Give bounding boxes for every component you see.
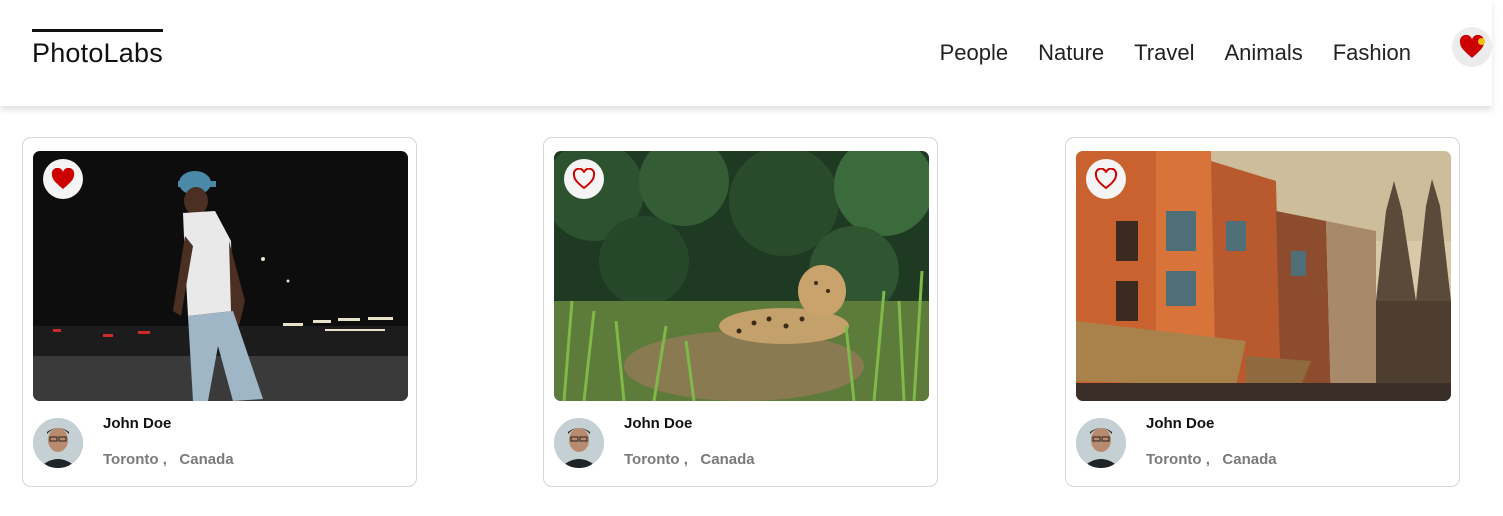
photo-card: John Doe Toronto , Canada xyxy=(1065,137,1460,487)
location-city: Toronto xyxy=(1146,451,1202,468)
photo-image-fashion[interactable] xyxy=(33,151,408,401)
like-button[interactable] xyxy=(564,159,604,199)
photo-card: John Doe Toronto , Canada xyxy=(22,137,417,487)
like-button[interactable] xyxy=(1086,159,1126,199)
nav-topic-people[interactable]: People xyxy=(940,40,1009,66)
nav-topic-nature[interactable]: Nature xyxy=(1038,40,1104,66)
photo-card: John Doe Toronto , Canada xyxy=(543,137,938,487)
location-city: Toronto xyxy=(624,451,680,468)
location-country: Canada xyxy=(700,451,755,468)
photo-image-nature[interactable] xyxy=(554,151,929,401)
location-separator: , xyxy=(162,451,167,468)
location-country: Canada xyxy=(179,451,234,468)
nav-topic-travel[interactable]: Travel xyxy=(1134,40,1194,66)
heart-filled-icon xyxy=(51,168,75,189)
avatar xyxy=(1076,418,1126,468)
photo-image-travel[interactable] xyxy=(1076,151,1451,401)
location-separator: , xyxy=(683,451,688,468)
user-name: John Doe xyxy=(1146,415,1215,432)
user-name: John Doe xyxy=(624,415,693,432)
topic-nav: People Nature Travel Animals Fashion xyxy=(940,40,1411,66)
favorites-button[interactable] xyxy=(1452,27,1492,67)
location-city: Toronto xyxy=(103,451,159,468)
app-logo[interactable]: PhotoLabs xyxy=(32,29,163,68)
nav-topic-animals[interactable]: Animals xyxy=(1224,40,1302,66)
notification-dot xyxy=(1478,38,1485,45)
heart-outline-icon xyxy=(1094,168,1118,190)
top-nav-bar: PhotoLabs People Nature Travel Animals F… xyxy=(0,0,1492,106)
user-location: Toronto , Canada xyxy=(624,451,755,468)
like-button[interactable] xyxy=(43,159,83,199)
location-separator: , xyxy=(1205,451,1210,468)
nav-topic-fashion[interactable]: Fashion xyxy=(1333,40,1411,66)
avatar xyxy=(554,418,604,468)
user-location: Toronto , Canada xyxy=(1146,451,1277,468)
user-name: John Doe xyxy=(103,415,172,432)
user-location: Toronto , Canada xyxy=(103,451,234,468)
heart-outline-icon xyxy=(572,168,596,190)
location-country: Canada xyxy=(1222,451,1277,468)
avatar xyxy=(33,418,83,468)
